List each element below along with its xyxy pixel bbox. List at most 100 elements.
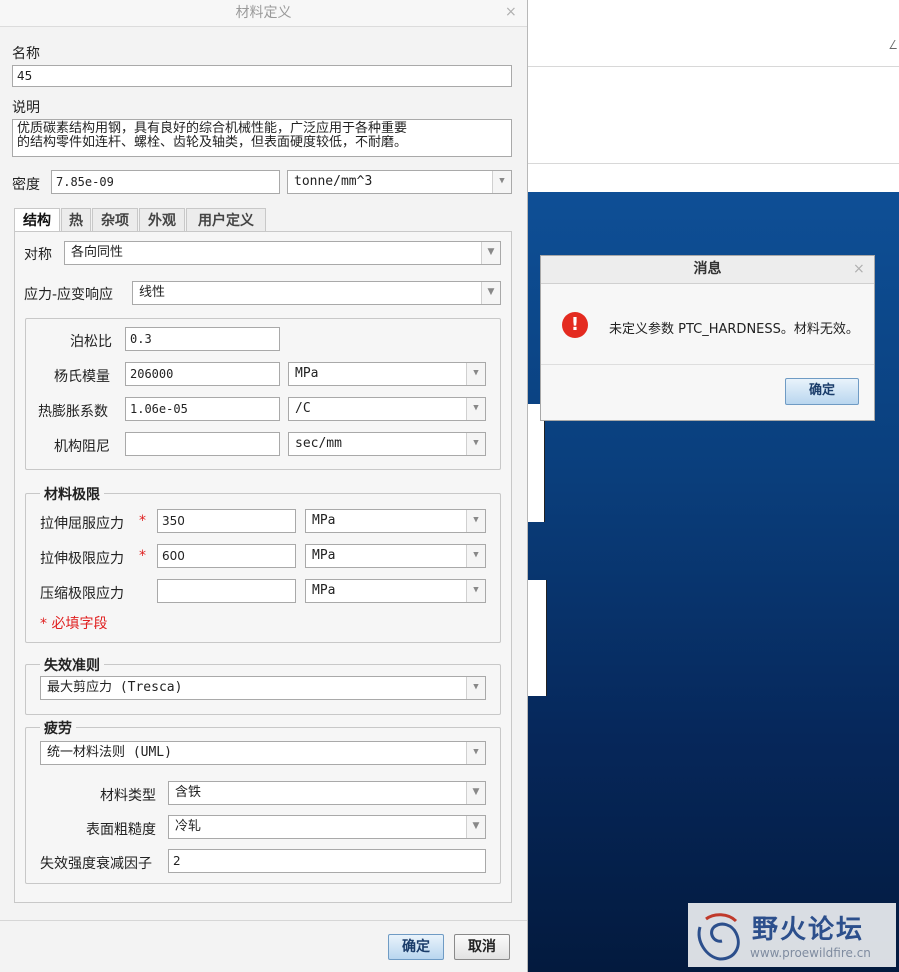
tab-structural[interactable]: 结构: [14, 208, 60, 233]
stress-strain-label: 应力-应变响应: [24, 287, 114, 303]
canvas-model-fragment-2: [528, 580, 547, 696]
youngs-unit-value: MPa: [295, 366, 319, 381]
tensile-yield-unit-select[interactable]: MPa ▼: [305, 509, 486, 533]
dialog-title: 材料定义: [235, 5, 292, 21]
error-icon: !: [562, 312, 588, 338]
failure-criterion-select[interactable]: 最大剪应力 (Tresca) ▼: [40, 676, 486, 700]
close-icon[interactable]: ×: [505, 4, 517, 20]
description-label: 说明: [12, 100, 40, 116]
thermal-unit-select[interactable]: /C ▼: [288, 397, 486, 421]
surface-finish-select[interactable]: 冷轧 ▼: [168, 815, 486, 839]
tab-appearance[interactable]: 外观: [139, 208, 185, 232]
chevron-down-icon: ▼: [466, 363, 485, 385]
compressive-unit-value: MPa: [312, 583, 336, 598]
required-star: *: [139, 548, 146, 564]
chevron-down-icon: ▼: [466, 398, 485, 420]
toolbar-edge-mark: [889, 40, 899, 49]
fatigue-method-select[interactable]: 统一材料法则 (UML) ▼: [40, 741, 486, 765]
chevron-down-icon: ▼: [466, 580, 485, 602]
tab-thermal[interactable]: 热: [61, 208, 91, 232]
canvas-model-fragment-1: [528, 404, 545, 522]
symmetry-value: 各向同性: [71, 245, 124, 260]
compressive-ultimate-field[interactable]: [157, 579, 296, 603]
tensile-yield-unit-value: MPa: [312, 513, 336, 528]
compressive-ultimate-label: 压缩极限应力: [40, 586, 124, 602]
tab-misc[interactable]: 杂项: [92, 208, 138, 232]
material-type-value: 含铁: [175, 785, 202, 800]
watermark-name: 野火论坛: [752, 915, 865, 945]
ok-button[interactable]: 确定: [388, 934, 444, 960]
fatigue-title: 疲劳: [40, 718, 76, 738]
flame-logo-icon: [697, 913, 740, 961]
thermal-expansion-label: 热膨胀系数: [38, 404, 108, 420]
message-ok-button[interactable]: 确定: [785, 378, 859, 405]
stress-strain-select[interactable]: 线性 ▼: [132, 281, 501, 305]
symmetry-label: 对称: [24, 247, 52, 263]
app-top-area: [528, 0, 899, 192]
symmetry-select[interactable]: 各向同性 ▼: [64, 241, 501, 265]
surface-finish-value: 冷轧: [175, 819, 202, 834]
chevron-down-icon: ▼: [466, 545, 485, 567]
stress-strain-value: 线性: [139, 285, 166, 300]
description-field[interactable]: 优质碳素结构用钢，具有良好的综合机械性能，广泛应用于各种重要 的结构零件如连杆、…: [12, 119, 512, 157]
youngs-modulus-field[interactable]: 206000: [125, 362, 280, 386]
damping-label: 机构阻尼: [54, 439, 110, 455]
message-dialog: 消息 × ! 未定义参数 PTC_HARDNESS。材料无效。 确定: [540, 255, 875, 421]
damping-unit-value: sec/mm: [295, 436, 342, 451]
material-limits-title: 材料极限: [40, 484, 104, 504]
chevron-down-icon: ▼: [481, 242, 500, 264]
chevron-down-icon: ▼: [466, 510, 485, 532]
thermal-unit-value: /C: [295, 401, 311, 416]
chevron-down-icon: ▼: [466, 742, 485, 764]
message-titlebar: 消息: [541, 256, 874, 284]
density-label: 密度: [12, 177, 40, 193]
poisson-field[interactable]: 0.3: [125, 327, 280, 351]
tab-user-defined[interactable]: 用户定义: [186, 208, 266, 232]
failure-criterion-title: 失效准则: [40, 655, 104, 675]
tensile-yield-field[interactable]: 350: [157, 509, 296, 533]
tensile-ultimate-field[interactable]: 600: [157, 544, 296, 568]
youngs-modulus-label: 杨氏模量: [54, 369, 110, 385]
thermal-expansion-field[interactable]: 1.06e-05: [125, 397, 280, 421]
surface-finish-label: 表面粗糙度: [86, 822, 156, 838]
fatigue-method-value: 统一材料法则 (UML): [47, 745, 172, 760]
material-definition-dialog: 材料定义 × 名称 45 说明 优质碳素结构用钢，具有良好的综合机械性能，广泛应…: [0, 0, 528, 972]
density-field[interactable]: 7.85e-09: [51, 170, 280, 194]
description-line-1: 优质碳素结构用钢，具有良好的综合机械性能，广泛应用于各种重要: [17, 121, 408, 136]
message-divider: [541, 364, 874, 365]
message-title: 消息: [693, 261, 722, 277]
cancel-button[interactable]: 取消: [454, 934, 510, 960]
watermark-url: www.proewildfire.cn: [750, 946, 871, 960]
poisson-label: 泊松比: [70, 334, 112, 350]
tensile-ultimate-label: 拉伸极限应力: [40, 551, 124, 567]
chevron-down-icon: ▼: [492, 171, 511, 193]
toolbar-divider: [528, 66, 899, 67]
required-field-note: * 必填字段: [40, 616, 108, 632]
panel-divider: [528, 163, 899, 164]
required-star: *: [139, 513, 146, 529]
name-field[interactable]: 45: [12, 65, 512, 87]
damping-field[interactable]: [125, 432, 280, 456]
failure-criterion-value: 最大剪应力 (Tresca): [47, 680, 183, 695]
forum-watermark: 野火论坛 www.proewildfire.cn: [688, 903, 896, 967]
chevron-down-icon: ▼: [481, 282, 500, 304]
dialog-titlebar: 材料定义: [0, 0, 527, 27]
material-type-label: 材料类型: [100, 788, 156, 804]
chevron-down-icon: ▼: [466, 677, 485, 699]
compressive-unit-select[interactable]: MPa ▼: [305, 579, 486, 603]
name-label: 名称: [12, 46, 40, 62]
tensile-ultimate-unit-select[interactable]: MPa ▼: [305, 544, 486, 568]
close-icon[interactable]: ×: [853, 261, 865, 277]
tensile-yield-label: 拉伸屈服应力: [40, 516, 124, 532]
tensile-ultimate-unit-value: MPa: [312, 548, 336, 563]
density-unit-select[interactable]: tonne/mm^3 ▼: [287, 170, 512, 194]
strength-reduction-field[interactable]: 2: [168, 849, 486, 873]
chevron-down-icon: ▼: [466, 433, 485, 455]
description-line-2: 的结构零件如连杆、螺栓、齿轮及轴类，但表面硬度较低，不耐磨。: [17, 135, 408, 150]
youngs-unit-select[interactable]: MPa ▼: [288, 362, 486, 386]
damping-unit-select[interactable]: sec/mm ▼: [288, 432, 486, 456]
chevron-down-icon: ▼: [466, 782, 485, 804]
message-text: 未定义参数 PTC_HARDNESS。材料无效。: [609, 322, 859, 337]
material-type-select[interactable]: 含铁 ▼: [168, 781, 486, 805]
density-unit-value: tonne/mm^3: [294, 174, 373, 189]
